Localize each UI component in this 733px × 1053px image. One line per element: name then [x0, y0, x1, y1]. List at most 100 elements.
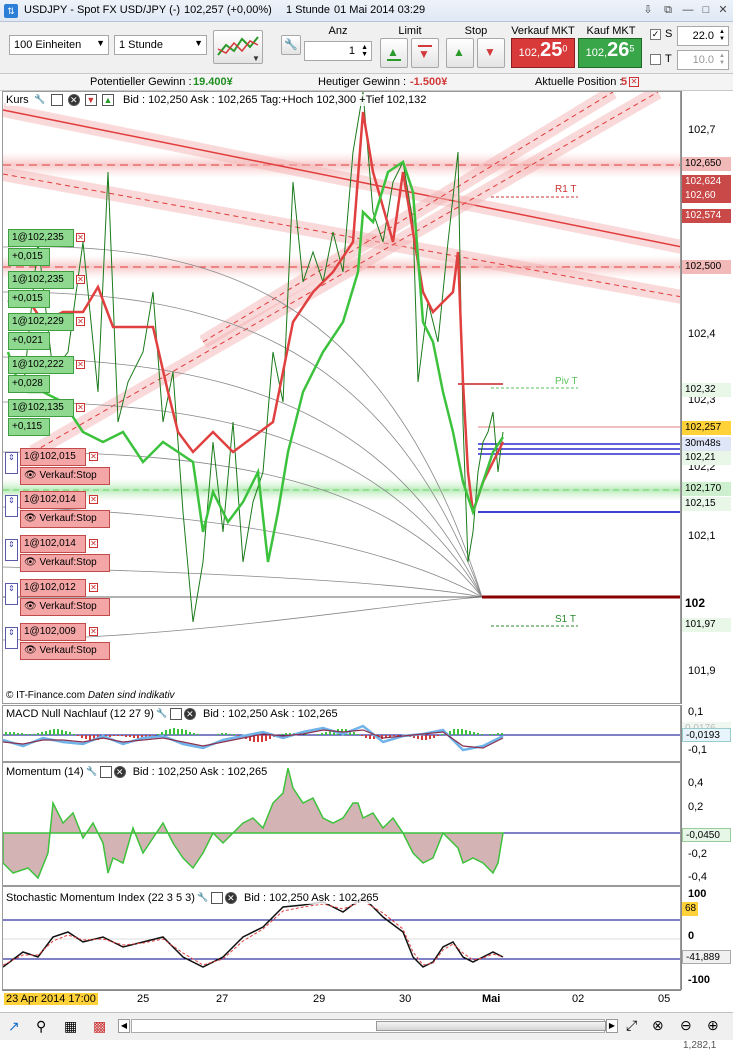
- macd-bar: [9, 732, 11, 735]
- limit-buy-button[interactable]: ▲: [380, 38, 408, 68]
- grid-tool-icon[interactable]: ▦: [64, 1018, 77, 1035]
- macd-bar: [17, 733, 19, 735]
- down-arrow-icon[interactable]: ▼: [84, 94, 97, 107]
- order-price-text: 1@102,014: [24, 538, 76, 549]
- palette-tool-icon[interactable]: ▩: [93, 1018, 106, 1035]
- verkauf-mkt-button[interactable]: 102,250: [511, 38, 575, 68]
- macd-bar: [73, 734, 75, 735]
- popout-icon[interactable]: ⧉: [660, 3, 676, 18]
- stepper-icon[interactable]: ▲ ▼: [719, 53, 725, 67]
- drag-handle-icon[interactable]: ⇕: [5, 495, 18, 517]
- timeframe-select[interactable]: 1 Stunde ▼: [114, 35, 207, 55]
- t-checkbox[interactable]: [650, 54, 661, 65]
- close-order-icon[interactable]: ✕: [89, 452, 98, 461]
- price-chart-panel[interactable]: Kurs 🔧 ✕ ▼ ▲ Bid : 102,250 Ask : 102,265…: [2, 91, 681, 704]
- close-order-icon[interactable]: ✕: [89, 539, 98, 548]
- macd-quote: Bid : 102,250 Ask : 102,265: [203, 708, 338, 720]
- up-arrow-icon[interactable]: ▲: [101, 94, 114, 107]
- order-price-text: 1@102,135: [12, 402, 64, 413]
- order-pnl-text: +0,115: [12, 421, 43, 432]
- measure-tool-icon[interactable]: ⚲: [36, 1018, 46, 1035]
- eye-icon[interactable]: 👁: [24, 601, 39, 612]
- indicator-button[interactable]: ▼: [213, 30, 263, 64]
- stepper-icon[interactable]: ▲ ▼: [361, 44, 368, 58]
- macd-bar: [13, 732, 15, 735]
- close-order-icon[interactable]: ✕: [76, 275, 85, 284]
- close-order-icon[interactable]: ✕: [89, 583, 98, 592]
- stop-sell-button[interactable]: ▼: [477, 38, 505, 68]
- stochastic-panel[interactable]: Stochastic Momentum Index (22 3 5 3) 🔧 ✕ B…: [2, 886, 681, 990]
- bottom-toolbar: ↗ ⚲ ▦ ▩ ◀ ▶ ⤢ ⊗ ⊖ ⊕: [0, 1012, 733, 1040]
- order-stop-text: Verkauf:Stop: [39, 601, 97, 612]
- order-stop: 👁 Verkauf:Stop: [20, 642, 110, 660]
- scroll-right-icon[interactable]: ▶: [606, 1019, 618, 1033]
- zoom-reset-icon[interactable]: ⊗: [652, 1017, 664, 1034]
- close-order-icon[interactable]: ✕: [89, 627, 98, 636]
- order-price-text: 1@102,009: [24, 626, 76, 637]
- s-checkbox[interactable]: ✓: [650, 29, 661, 40]
- date-axis: 23 Apr 2014 17:00 25 27 29 30 Mai 02 05: [2, 990, 681, 1008]
- eye-icon[interactable]: 👁: [24, 645, 39, 656]
- macd-bar: [21, 733, 23, 735]
- close-icon[interactable]: ✕: [183, 708, 196, 721]
- close-position-icon[interactable]: ✕: [629, 77, 639, 87]
- drag-handle-icon[interactable]: ⇕: [5, 452, 18, 474]
- wrench-icon[interactable]: 🔧: [196, 892, 209, 905]
- time-scrollbar[interactable]: [131, 1019, 606, 1033]
- units-select[interactable]: 100 Einheiten ▼: [9, 35, 109, 55]
- window-icon[interactable]: [169, 708, 182, 721]
- drag-handle-icon[interactable]: ⇕: [5, 627, 18, 649]
- window-icon[interactable]: [99, 766, 112, 779]
- chevron-down-icon: ▼: [194, 38, 203, 48]
- close-order-icon[interactable]: ✕: [76, 360, 85, 369]
- wrench-icon[interactable]: 🔧: [155, 708, 168, 721]
- macd-panel[interactable]: MACD Null Nachlauf (12 27 9) 🔧 ✕ Bid : 102…: [2, 705, 681, 762]
- close-icon[interactable]: ✕: [113, 766, 126, 779]
- zoom-out-icon[interactable]: ⊖: [680, 1017, 692, 1034]
- window-icon[interactable]: [210, 892, 223, 905]
- zoom-fit-icon[interactable]: ⤢: [626, 1017, 637, 1034]
- close-order-icon[interactable]: ✕: [76, 317, 85, 326]
- drag-handle-icon[interactable]: ⇕: [5, 539, 18, 561]
- momentum-panel[interactable]: Momentum (14) 🔧 ✕ Bid : 102,250 Ask : 102,…: [2, 762, 681, 886]
- close-icon[interactable]: ✕: [67, 94, 80, 107]
- timeframe-value: 1 Stunde: [119, 39, 164, 51]
- close-icon[interactable]: ✕: [224, 892, 237, 905]
- limit-sell-button[interactable]: ▼: [411, 38, 439, 68]
- eye-icon[interactable]: 👁: [24, 513, 39, 524]
- close-icon[interactable]: ✕: [715, 3, 731, 18]
- zoom-in-icon[interactable]: ⊕: [707, 1017, 719, 1034]
- maximize-icon[interactable]: □: [698, 3, 714, 18]
- close-order-icon[interactable]: ✕: [76, 403, 85, 412]
- settings-button[interactable]: 🔧: [281, 35, 301, 55]
- macd-bar: [41, 732, 43, 735]
- s-input[interactable]: 22.0 ▲ ▼: [677, 26, 729, 46]
- macd-bar: [109, 735, 111, 737]
- close-order-icon[interactable]: ✕: [89, 495, 98, 504]
- close-order-icon[interactable]: ✕: [76, 233, 85, 242]
- scroll-left-icon[interactable]: ◀: [118, 1019, 130, 1033]
- pin-icon[interactable]: ⇩: [640, 3, 656, 18]
- macd-bar: [497, 733, 499, 735]
- cursor-tool-icon[interactable]: ↗: [8, 1018, 20, 1035]
- eye-icon[interactable]: 👁: [24, 557, 39, 568]
- minimize-icon[interactable]: —: [680, 3, 696, 18]
- wrench-icon[interactable]: 🔧: [33, 94, 46, 107]
- stop-buy-button[interactable]: ▲: [446, 38, 474, 68]
- anz-stepper[interactable]: 1 ▲ ▼: [304, 41, 372, 61]
- macd-bar: [265, 735, 267, 741]
- eye-icon[interactable]: 👁: [24, 470, 39, 481]
- position-value: 5: [621, 76, 628, 88]
- kauf-mkt-button[interactable]: 102,265: [578, 38, 642, 68]
- stepper-icon[interactable]: ▲ ▼: [719, 29, 725, 43]
- macd-bar: [117, 735, 119, 736]
- t-label: T: [665, 53, 672, 65]
- svg-text:▼: ▼: [252, 54, 260, 63]
- wrench-icon[interactable]: 🔧: [85, 766, 98, 779]
- scroll-thumb[interactable]: [376, 1021, 606, 1031]
- drag-handle-icon[interactable]: ⇕: [5, 583, 18, 605]
- window-icon[interactable]: [50, 94, 63, 107]
- macd-bar: [393, 735, 395, 736]
- order-stop: 👁 Verkauf:Stop: [20, 554, 110, 572]
- t-input[interactable]: 10.0 ▲ ▼: [677, 50, 729, 70]
